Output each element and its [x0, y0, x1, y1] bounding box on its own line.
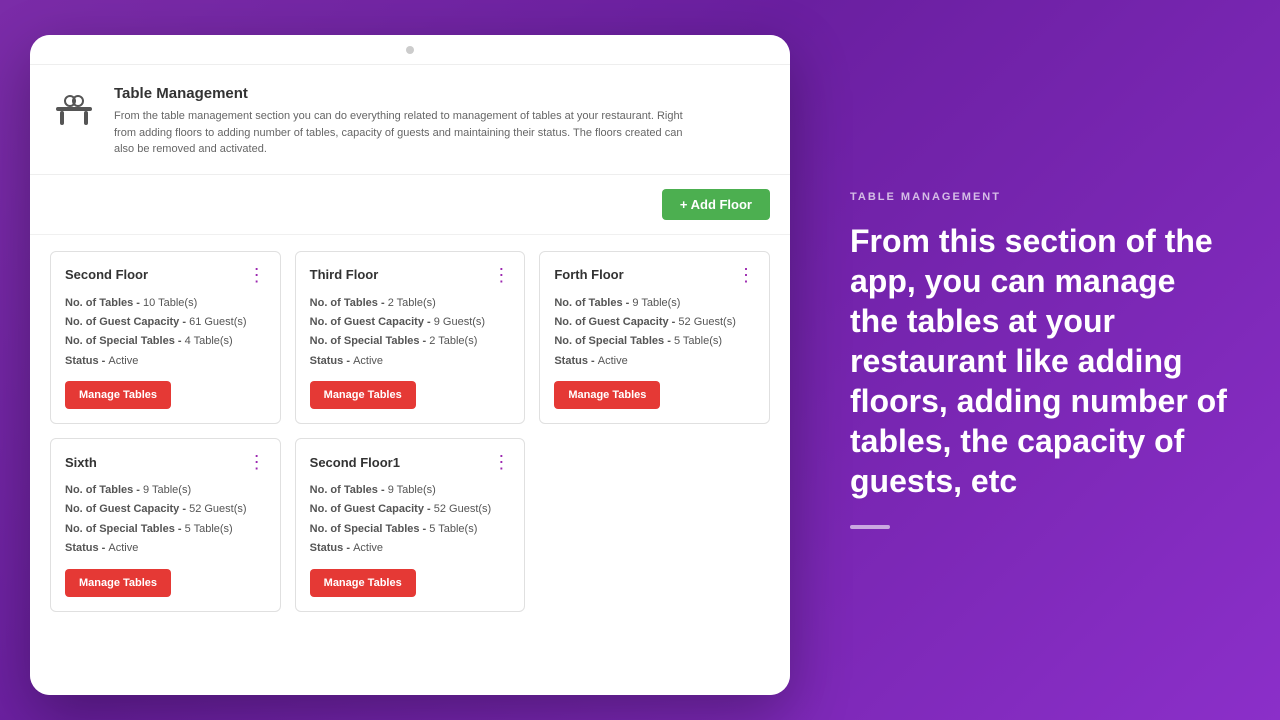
floor-special-tables: No. of Special Tables - 2 Table(s): [310, 334, 511, 349]
floor-status: Status - Active: [310, 541, 511, 556]
floor-name: Second Floor: [65, 267, 148, 282]
window-dot: [406, 46, 414, 54]
window-content: Table Management From the table manageme…: [30, 65, 790, 695]
floor-menu-icon[interactable]: ⋮: [248, 266, 266, 284]
floor-guests: No. of Guest Capacity - 52 Guest(s): [310, 502, 511, 517]
floor-card: Third Floor ⋮ No. of Tables - 2 Table(s)…: [295, 251, 526, 425]
floor-card-header: Sixth ⋮: [65, 453, 266, 471]
floor-info: No. of Tables - 9 Table(s) No. of Guest …: [554, 296, 755, 370]
manage-tables-button[interactable]: Manage Tables: [65, 569, 171, 597]
floor-status: Status - Active: [65, 541, 266, 556]
floor-name: Third Floor: [310, 267, 379, 282]
floor-guests: No. of Guest Capacity - 52 Guest(s): [554, 315, 755, 330]
floor-menu-icon[interactable]: ⋮: [492, 266, 510, 284]
table-management-icon: [50, 89, 98, 137]
main-description: From this section of the app, you can ma…: [850, 221, 1230, 501]
floor-card: Second Floor1 ⋮ No. of Tables - 9 Table(…: [295, 438, 526, 612]
floor-guests: No. of Guest Capacity - 61 Guest(s): [65, 315, 266, 330]
add-floor-button[interactable]: + Add Floor: [662, 189, 770, 220]
floors-grid: Second Floor ⋮ No. of Tables - 10 Table(…: [30, 235, 790, 632]
floor-card-header: Second Floor1 ⋮: [310, 453, 511, 471]
section-label: TABLE MANAGEMENT: [850, 191, 1230, 203]
floor-card: Sixth ⋮ No. of Tables - 9 Table(s) No. o…: [50, 438, 281, 612]
floor-special-tables: No. of Special Tables - 4 Table(s): [65, 334, 266, 349]
floor-card-header: Second Floor ⋮: [65, 266, 266, 284]
page-title: Table Management: [114, 85, 694, 102]
add-floor-area: + Add Floor: [30, 175, 790, 235]
floor-card: Forth Floor ⋮ No. of Tables - 9 Table(s)…: [539, 251, 770, 425]
floor-name: Second Floor1: [310, 455, 400, 470]
floor-menu-icon[interactable]: ⋮: [248, 453, 266, 471]
app-window: Table Management From the table manageme…: [30, 35, 790, 695]
floor-guests: No. of Guest Capacity - 52 Guest(s): [65, 502, 266, 517]
floor-guests: No. of Guest Capacity - 9 Guest(s): [310, 315, 511, 330]
floor-info: No. of Tables - 10 Table(s) No. of Guest…: [65, 296, 266, 370]
window-topbar: [30, 35, 790, 65]
app-window-container: Table Management From the table manageme…: [0, 0, 820, 720]
floor-tables: No. of Tables - 2 Table(s): [310, 296, 511, 311]
floor-tables: No. of Tables - 9 Table(s): [310, 483, 511, 498]
floor-info: No. of Tables - 9 Table(s) No. of Guest …: [65, 483, 266, 557]
floor-info: No. of Tables - 2 Table(s) No. of Guest …: [310, 296, 511, 370]
manage-tables-button[interactable]: Manage Tables: [310, 569, 416, 597]
floor-card: Second Floor ⋮ No. of Tables - 10 Table(…: [50, 251, 281, 425]
floor-tables: No. of Tables - 10 Table(s): [65, 296, 266, 311]
floor-status: Status - Active: [310, 354, 511, 369]
floor-status: Status - Active: [65, 354, 266, 369]
floor-card-header: Forth Floor ⋮: [554, 266, 755, 284]
floor-info: No. of Tables - 9 Table(s) No. of Guest …: [310, 483, 511, 557]
floor-name: Sixth: [65, 455, 97, 470]
header-section: Table Management From the table manageme…: [30, 65, 790, 175]
floor-status: Status - Active: [554, 354, 755, 369]
floor-special-tables: No. of Special Tables - 5 Table(s): [310, 522, 511, 537]
header-text: Table Management From the table manageme…: [114, 85, 694, 158]
floor-special-tables: No. of Special Tables - 5 Table(s): [554, 334, 755, 349]
floor-menu-icon[interactable]: ⋮: [492, 453, 510, 471]
floor-card-header: Third Floor ⋮: [310, 266, 511, 284]
manage-tables-button[interactable]: Manage Tables: [554, 381, 660, 409]
floor-menu-icon[interactable]: ⋮: [737, 266, 755, 284]
floor-name: Forth Floor: [554, 267, 623, 282]
floor-tables: No. of Tables - 9 Table(s): [65, 483, 266, 498]
floor-tables: No. of Tables - 9 Table(s): [554, 296, 755, 311]
right-panel: TABLE MANAGEMENT From this section of th…: [820, 0, 1280, 720]
manage-tables-button[interactable]: Manage Tables: [310, 381, 416, 409]
floor-special-tables: No. of Special Tables - 5 Table(s): [65, 522, 266, 537]
page-description: From the table management section you ca…: [114, 108, 694, 158]
manage-tables-button[interactable]: Manage Tables: [65, 381, 171, 409]
divider: [850, 525, 890, 529]
